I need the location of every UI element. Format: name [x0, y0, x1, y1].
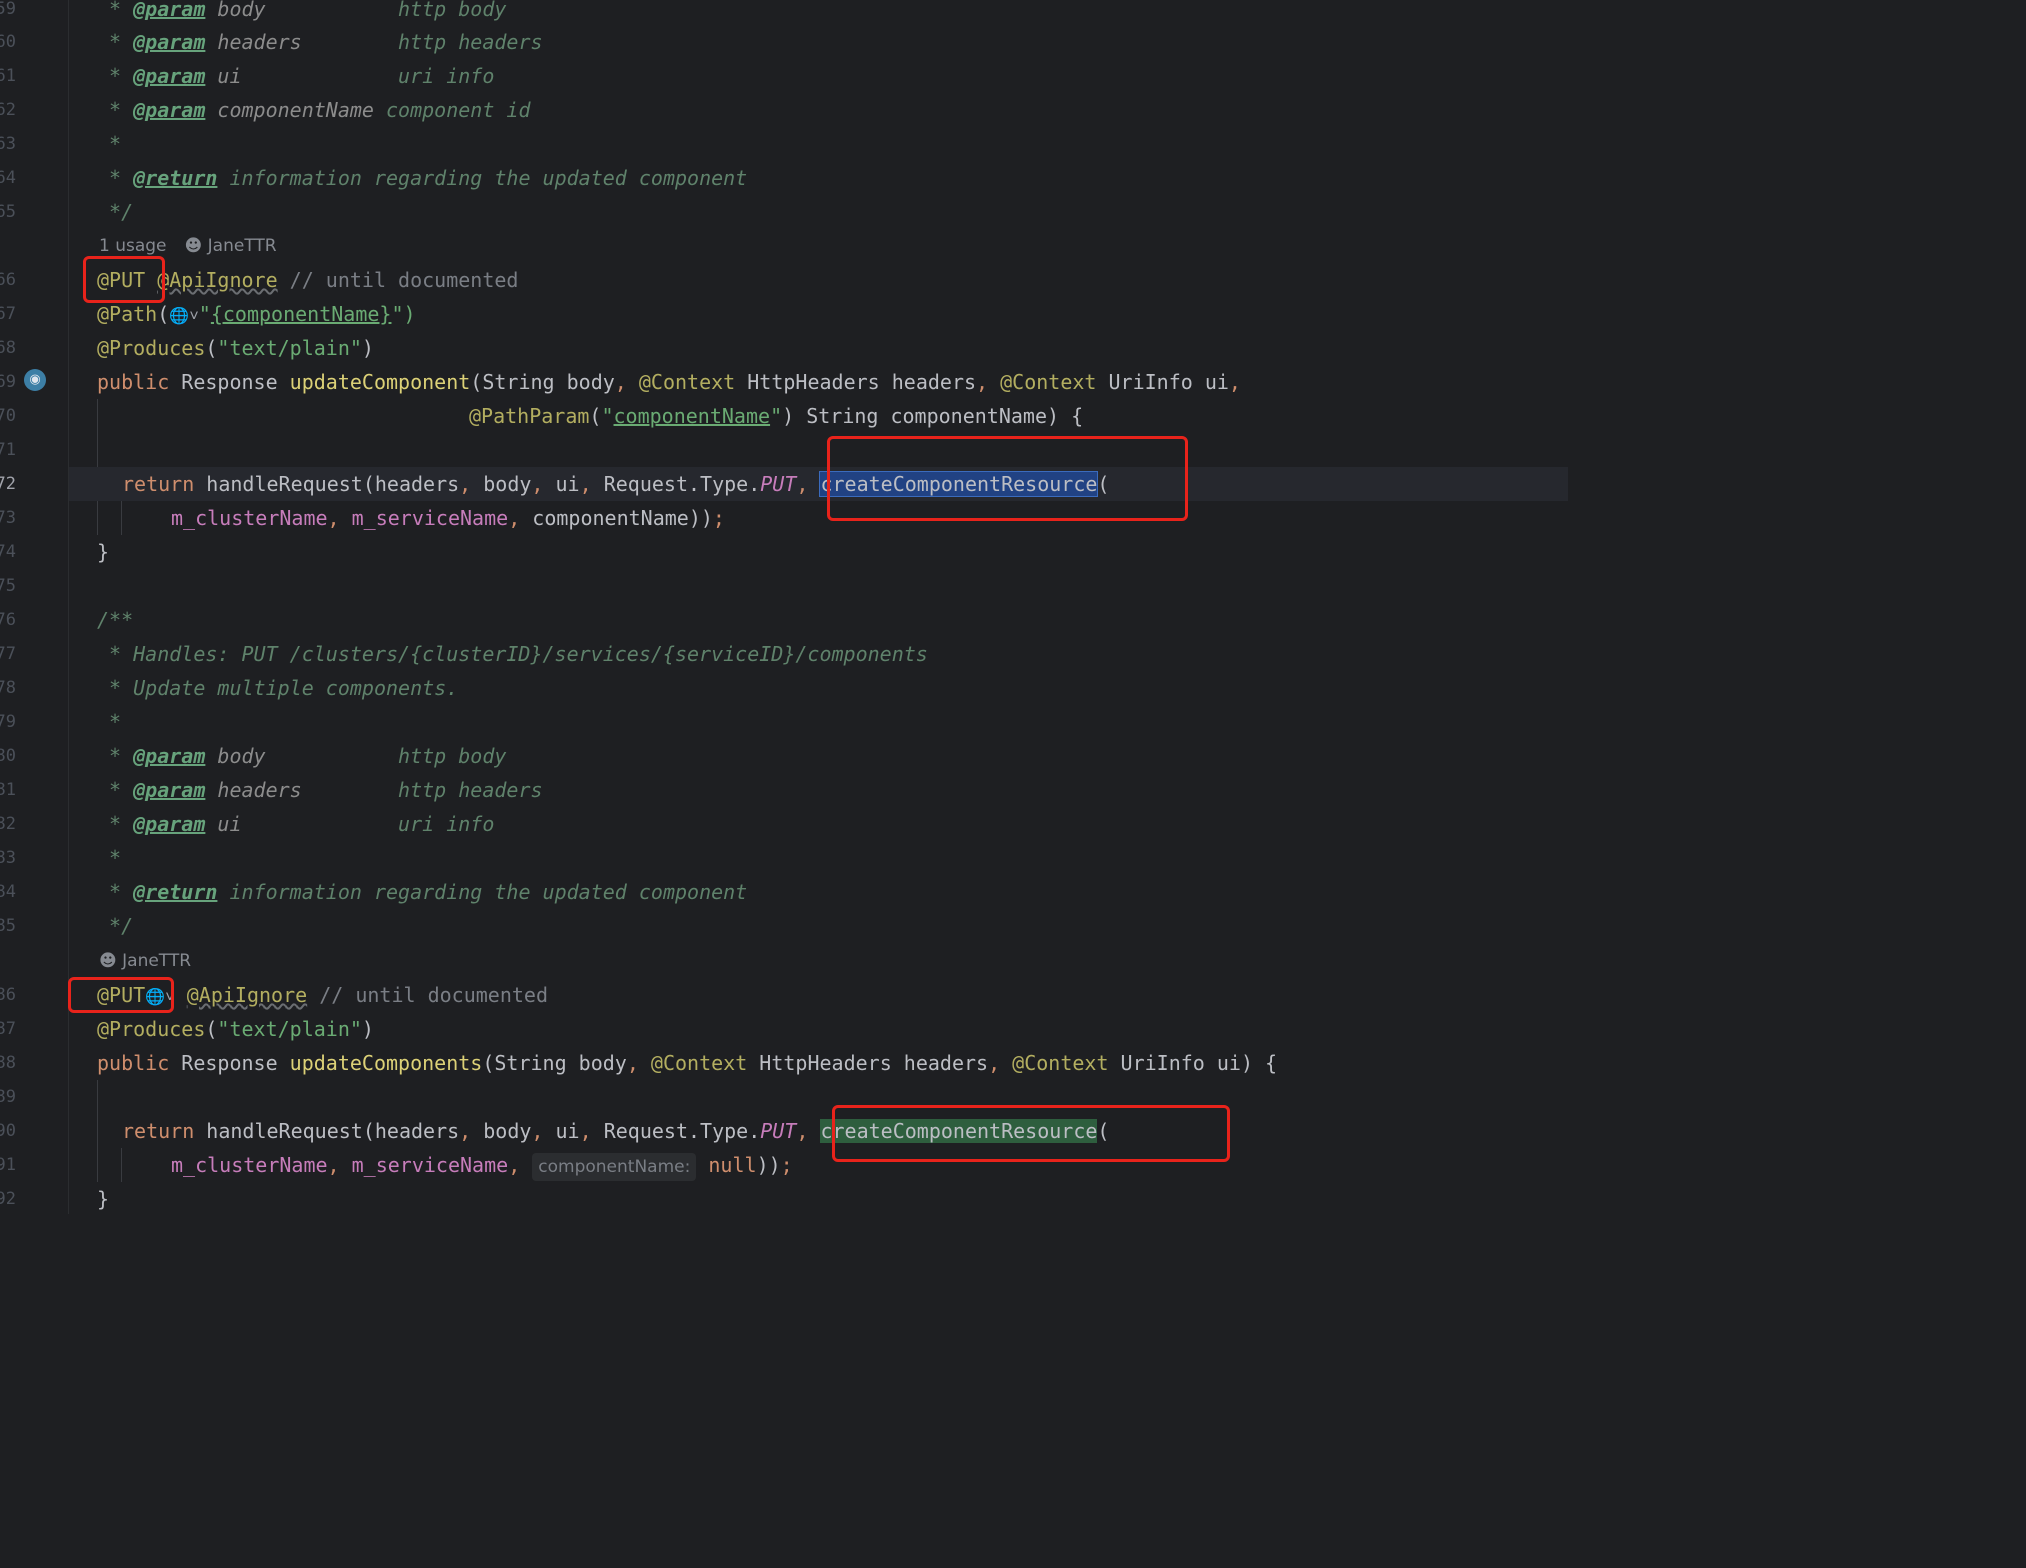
line-number: 75	[0, 576, 16, 596]
line-number: 91	[0, 1155, 16, 1175]
code-line[interactable]: * @param componentName component id	[69, 93, 1568, 127]
code-line-empty[interactable]	[69, 1080, 1568, 1114]
line-number: 66	[0, 270, 16, 290]
parameter-name-hint: componentName:	[532, 1153, 697, 1181]
code-line[interactable]: m_clusterName, m_serviceName, componentN…	[69, 1148, 1568, 1182]
line-number: 89	[0, 1087, 16, 1107]
code-line[interactable]: /**	[69, 603, 1568, 637]
code-line[interactable]: public Response updateComponents(String …	[69, 1046, 1568, 1080]
user-icon: ☻	[184, 236, 203, 256]
code-line[interactable]: return handleRequest(headers, body, ui, …	[69, 1114, 1568, 1148]
code-line[interactable]: @Path(🌐˅"{componentName}")	[69, 297, 1568, 331]
usages-link[interactable]: 1 usage	[99, 236, 167, 256]
line-number: 87	[0, 1019, 16, 1039]
code-vision-hints[interactable]: 1 usage ☻ JaneTTR	[69, 229, 1568, 263]
code-line[interactable]: }	[69, 1182, 1568, 1216]
line-number: 65	[0, 202, 16, 222]
code-line[interactable]: @Produces("text/plain")	[69, 331, 1568, 365]
line-number: 81	[0, 780, 16, 800]
callout-box-create-resource-1	[827, 436, 1188, 521]
line-number: 62	[0, 100, 16, 120]
line-number: 92	[0, 1189, 16, 1209]
line-number: 59	[0, 0, 16, 19]
line-number: 60	[0, 32, 16, 52]
line-number: 69	[0, 372, 16, 392]
callout-box-put-1	[83, 256, 165, 303]
line-number: 68	[0, 338, 16, 358]
line-number: 78	[0, 678, 16, 698]
code-line[interactable]: *	[69, 705, 1568, 739]
callout-box-put-2	[68, 977, 174, 1013]
globe-icon[interactable]: 🌐˅	[169, 306, 199, 325]
code-line[interactable]: * @param headers http headers	[69, 25, 1568, 59]
web-endpoint-icon[interactable]: ◉	[24, 369, 46, 391]
line-number: 86	[0, 985, 16, 1005]
line-number: 70	[0, 406, 16, 426]
code-line[interactable]: }	[69, 535, 1568, 569]
code-line[interactable]: @PathParam("componentName") String compo…	[69, 399, 1568, 433]
line-number: 90	[0, 1121, 16, 1141]
code-line[interactable]: * @return information regarding the upda…	[69, 161, 1568, 195]
code-line[interactable]: * Update multiple components.	[69, 671, 1568, 705]
line-number: 77	[0, 644, 16, 664]
method-name[interactable]: updateComponent	[290, 370, 471, 394]
code-line[interactable]: *	[69, 127, 1568, 161]
user-icon: ☻	[99, 951, 117, 971]
line-number-gutter[interactable]: 59 60 61 62 63 64 65 66 67 68 69 70 71 7…	[0, 0, 69, 1214]
line-number: 64	[0, 168, 16, 188]
line-number: 76	[0, 610, 16, 630]
author-hint[interactable]: ☻ JaneTTR	[185, 229, 277, 263]
line-number: 83	[0, 848, 16, 868]
line-number: 80	[0, 746, 16, 766]
code-line[interactable]: @PUT🌐˅ @ApiIgnore // until documented	[69, 978, 1568, 1012]
code-line[interactable]: m_clusterName, m_serviceName, componentN…	[69, 501, 1568, 535]
line-number: 71	[0, 440, 16, 460]
line-number: 73	[0, 508, 16, 528]
line-number-current: 72	[0, 474, 16, 494]
apiignore-annotation[interactable]: @ApiIgnore	[187, 983, 307, 1007]
line-number: 85	[0, 916, 16, 936]
code-line[interactable]: * @param ui uri info	[69, 59, 1568, 93]
code-line[interactable]: *	[69, 841, 1568, 875]
code-line[interactable]: public Response updateComponent(String b…	[69, 365, 1568, 399]
code-line[interactable]: * @return information regarding the upda…	[69, 875, 1568, 909]
line-number: 84	[0, 882, 16, 902]
code-line[interactable]: * @param body http body	[69, 0, 1568, 26]
code-line-current[interactable]: return handleRequest(headers, body, ui, …	[69, 467, 1568, 501]
path-template[interactable]: {componentName}	[211, 302, 392, 326]
callout-box-create-resource-2	[832, 1105, 1230, 1162]
code-line[interactable]: * @param ui uri info	[69, 807, 1568, 841]
line-number: 61	[0, 66, 16, 86]
code-line[interactable]: @PUT @ApiIgnore // until documented	[69, 263, 1568, 297]
code-line[interactable]: * Handles: PUT /clusters/{clusterID}/ser…	[69, 637, 1568, 671]
line-number: 82	[0, 814, 16, 834]
apiignore-annotation[interactable]: @ApiIgnore	[157, 268, 277, 292]
line-number: 63	[0, 134, 16, 154]
code-vision-hints[interactable]: ☻ JaneTTR	[69, 944, 1568, 978]
line-number: 67	[0, 304, 16, 324]
method-name[interactable]: updateComponents	[290, 1051, 483, 1075]
line-number: 88	[0, 1053, 16, 1073]
author-hint[interactable]: ☻ JaneTTR	[99, 944, 191, 978]
code-line[interactable]: @Produces("text/plain")	[69, 1012, 1568, 1046]
code-line[interactable]: * @param headers http headers	[69, 773, 1568, 807]
code-line[interactable]: */	[69, 195, 1568, 229]
line-number: 79	[0, 712, 16, 732]
code-line[interactable]: * @param body http body	[69, 739, 1568, 773]
code-line[interactable]: */	[69, 909, 1568, 943]
code-line-empty[interactable]	[69, 569, 1568, 603]
line-number: 74	[0, 542, 16, 562]
code-line-empty[interactable]	[69, 433, 1568, 467]
